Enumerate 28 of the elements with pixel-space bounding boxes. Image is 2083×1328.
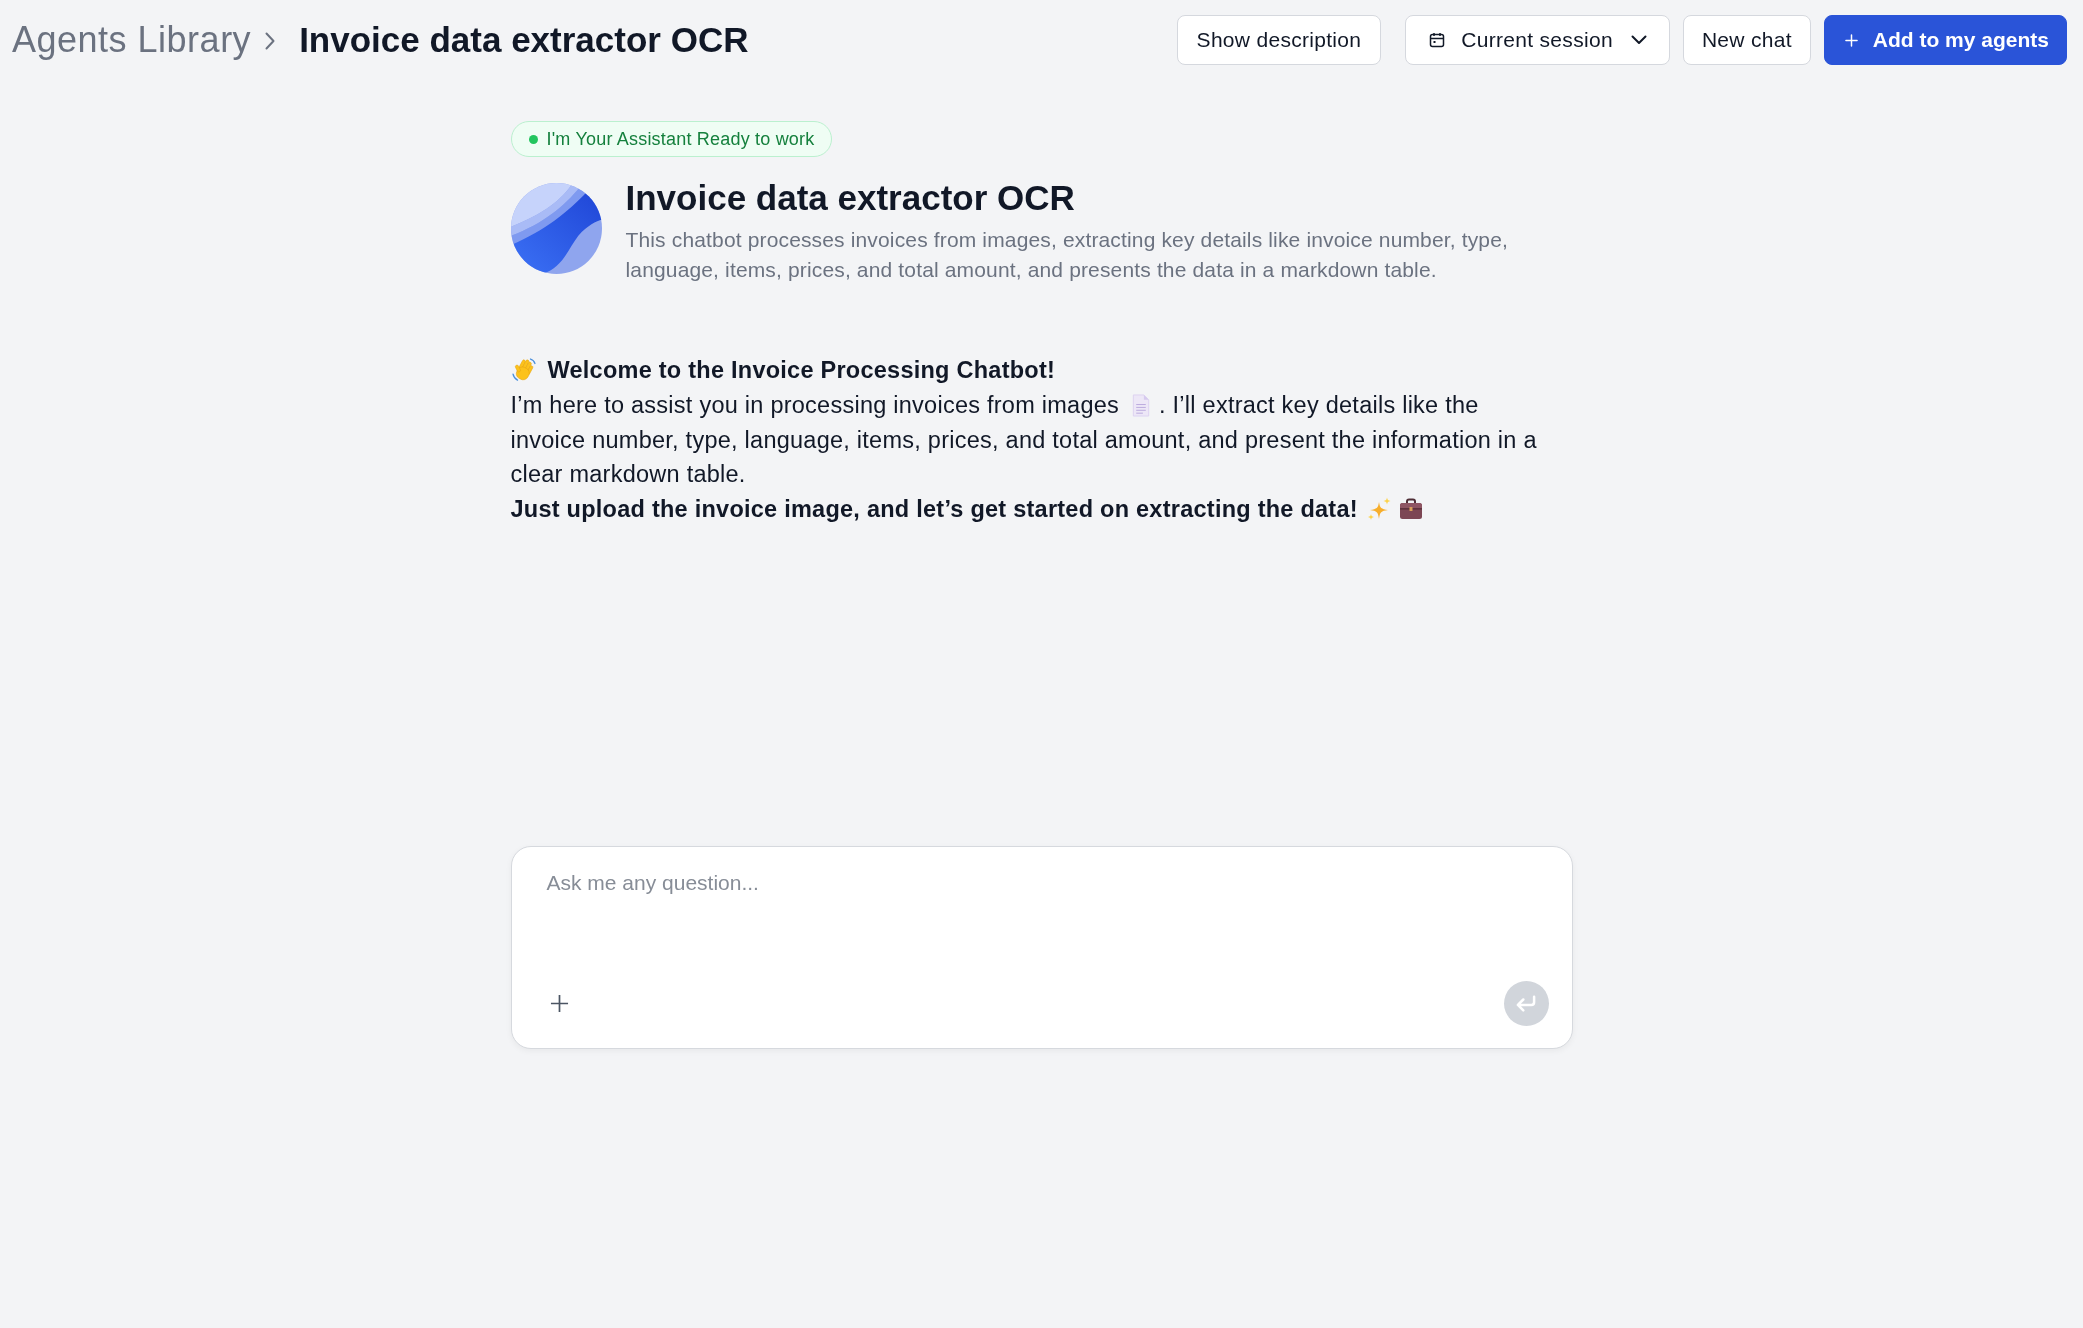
page-title: Invoice data extractor OCR	[299, 19, 749, 61]
header-button[interactable]: Show description	[1176, 15, 1382, 65]
message-text: invoice number, type, language, items, prices, and total amount, and present the information in a	[510, 426, 1537, 453]
message-composer[interactable]: Ask me any question...	[510, 846, 1573, 1049]
message-text: Just upload the invoice image, and let’s get started on extracting the data!	[510, 496, 1358, 523]
agent-name: Invoice data extractor OCR	[625, 177, 1076, 219]
chevron-down-icon	[1630, 35, 1647, 45]
plus-icon	[550, 994, 569, 1013]
message-heading: Welcome to the Invoice Processing Chatbot!	[547, 357, 1056, 383]
document-icon	[1131, 393, 1152, 417]
sparkles-icon	[1366, 497, 1391, 522]
message-input[interactable]: Ask me any question...	[543, 869, 1549, 981]
message-text: . I’ll extract key details like the	[1159, 391, 1479, 418]
return-arrow-icon	[1515, 994, 1537, 1013]
breadcrumb-link[interactable]: Agents Library	[12, 18, 252, 62]
status-dot-icon	[528, 134, 538, 144]
plus-icon	[1844, 33, 1858, 47]
chevron-right-icon	[265, 32, 276, 50]
calendar-icon	[1429, 32, 1446, 48]
header-button[interactable]: New chat	[1682, 15, 1811, 65]
message-text: clear markdown table.	[510, 461, 746, 488]
session-dropdown[interactable]: Current session	[1405, 15, 1670, 65]
agent-description: This chatbot processes invoices from images, extracting key details like invoice number, type, language, items, prices, and total amount, and presents the data in a markdown table.	[625, 227, 1509, 283]
status-text: I'm Your Assistant Ready to work	[546, 128, 815, 150]
briefcase-icon	[1398, 498, 1423, 521]
primary-button[interactable]: Add to my agents	[1823, 15, 2067, 65]
waving-hand-icon	[510, 357, 537, 383]
message-text: I’m here to assist you in processing invoices from images	[510, 391, 1120, 418]
